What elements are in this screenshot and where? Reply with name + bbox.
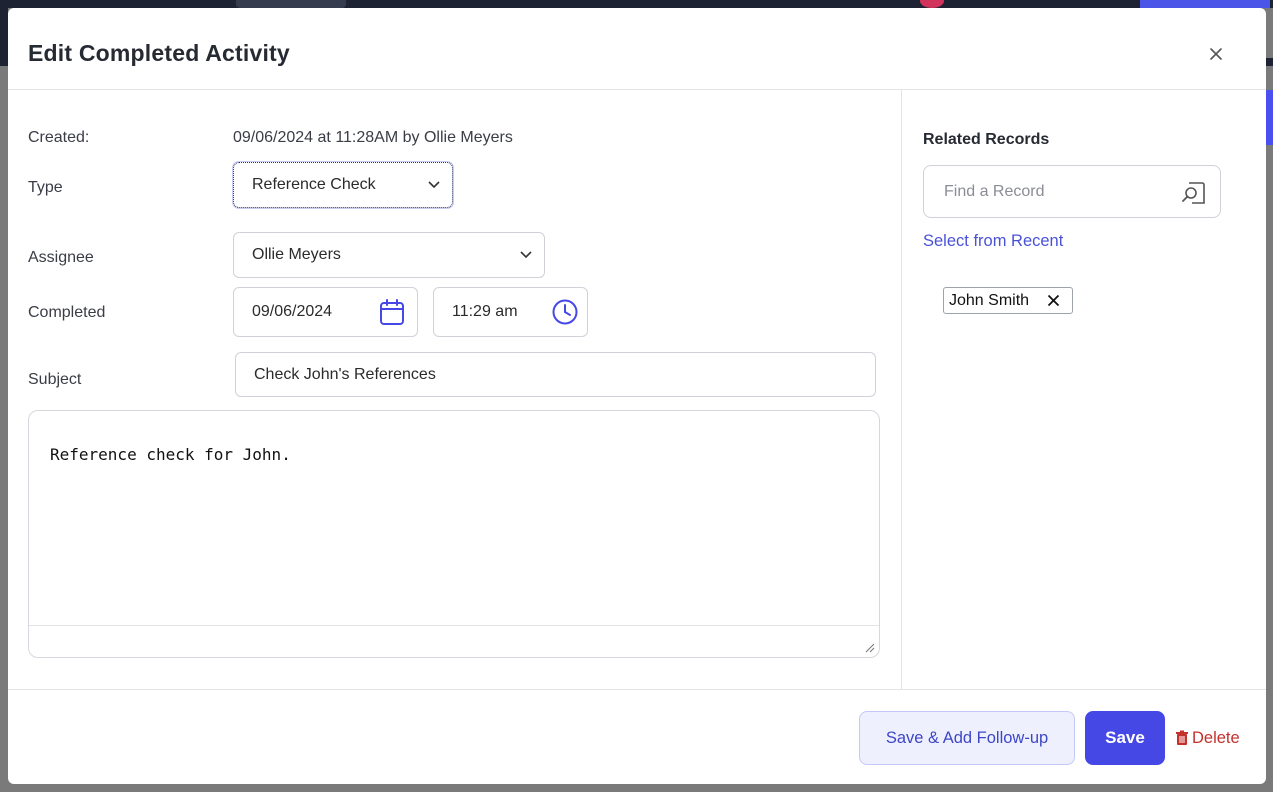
background-button xyxy=(1140,0,1270,8)
close-button[interactable] xyxy=(1204,42,1228,66)
assignee-select-value: Ollie Meyers xyxy=(252,246,341,263)
calendar-icon[interactable] xyxy=(379,298,405,326)
subject-label: Subject xyxy=(28,371,82,388)
subject-value: Check John's References xyxy=(254,365,436,383)
activity-form: Created: 09/06/2024 at 11:28AM by Ollie … xyxy=(8,90,901,690)
notes-text: Reference check for John. xyxy=(50,445,291,464)
select-from-recent-link[interactable]: Select from Recent xyxy=(923,232,1063,251)
created-value: 09/06/2024 at 11:28AM by Ollie Meyers xyxy=(233,129,513,146)
background-accent xyxy=(1265,90,1273,145)
modal-header: Edit Completed Activity xyxy=(8,8,1266,90)
chevron-down-icon xyxy=(520,251,532,259)
background-topbar xyxy=(0,0,1273,8)
background-sidebar xyxy=(0,8,8,66)
assignee-select[interactable]: Ollie Meyers xyxy=(233,232,545,278)
clock-icon[interactable] xyxy=(551,298,579,326)
search-record-icon[interactable] xyxy=(1180,180,1206,206)
delete-button[interactable]: Delete xyxy=(1175,711,1240,765)
type-select[interactable]: Reference Check xyxy=(233,162,453,208)
edit-activity-modal: Edit Completed Activity Created: 09/06/2… xyxy=(8,8,1266,784)
chevron-down-icon xyxy=(428,181,440,189)
type-label: Type xyxy=(28,179,63,196)
find-record-placeholder: Find a Record xyxy=(944,182,1045,200)
completed-date-input[interactable]: 09/06/2024 xyxy=(233,287,418,337)
find-record-input[interactable]: Find a Record xyxy=(923,165,1221,218)
related-record-name: John Smith xyxy=(949,291,1030,309)
resize-grip-icon[interactable] xyxy=(863,641,875,653)
background-tab xyxy=(236,0,346,8)
related-records-panel: Related Records Find a Record Select fro… xyxy=(901,90,1266,690)
type-select-value: Reference Check xyxy=(252,176,376,193)
created-label: Created: xyxy=(28,129,90,146)
save-and-add-followup-button[interactable]: Save & Add Follow-up xyxy=(859,711,1075,765)
completed-time-input[interactable]: 11:29 am xyxy=(433,287,588,337)
background-strip xyxy=(1265,58,1273,66)
notes-footer-bar xyxy=(29,625,879,657)
close-icon xyxy=(1210,48,1222,60)
subject-input[interactable]: Check John's References xyxy=(235,352,876,397)
assignee-label: Assignee xyxy=(28,249,94,266)
completed-label: Completed xyxy=(28,304,106,321)
modal-title: Edit Completed Activity xyxy=(28,40,290,66)
completed-date-value: 09/06/2024 xyxy=(252,303,333,320)
trash-icon xyxy=(1176,730,1188,745)
modal-footer: Save & Add Follow-up Save Delete xyxy=(8,689,1266,784)
completed-time-value: 11:29 am xyxy=(452,303,518,320)
save-button[interactable]: Save xyxy=(1085,711,1165,765)
delete-label: Delete xyxy=(1192,728,1240,747)
related-records-title: Related Records xyxy=(923,131,1050,148)
related-record-chip: John Smith xyxy=(943,287,1073,314)
background-avatar xyxy=(920,0,944,8)
remove-icon[interactable] xyxy=(1047,294,1060,307)
notes-textarea[interactable]: Reference check for John. xyxy=(28,410,880,658)
